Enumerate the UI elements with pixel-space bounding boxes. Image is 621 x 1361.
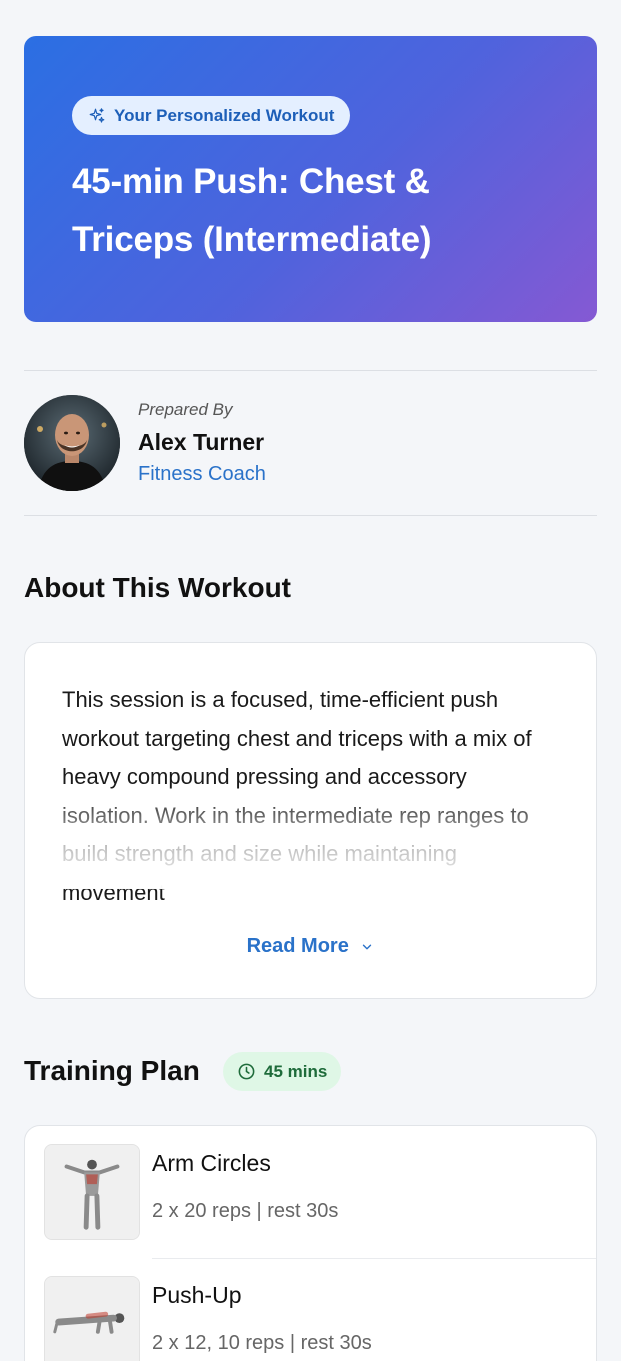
divider-top xyxy=(24,370,597,371)
chevron-down-icon xyxy=(363,944,372,950)
exercise-sets-reps: 2 x 20 reps | rest 30s xyxy=(152,1200,339,1222)
personalized-workout-badge-label: Your Personalized Workout xyxy=(114,105,335,125)
author-name: Alex Turner xyxy=(138,429,265,455)
exercise-thumbnail-arm-circles xyxy=(44,1144,140,1240)
prepared-by-label: Prepared By xyxy=(138,400,233,419)
training-plan-card: Arm Circles 2 x 20 reps | rest 30s Push-… xyxy=(24,1125,597,1361)
about-heading: About This Workout xyxy=(24,572,291,603)
training-plan-heading: Training Plan xyxy=(24,1055,200,1086)
clock-icon xyxy=(238,1063,255,1080)
duration-label: 45 mins xyxy=(264,1061,328,1081)
about-description: This session is a focused, time-efficien… xyxy=(62,687,532,905)
exercise-name: Arm Circles xyxy=(152,1150,271,1176)
author-role: Fitness Coach xyxy=(138,463,266,485)
workout-title: 45-min Push: Chest & Triceps (Intermedia… xyxy=(72,162,432,259)
read-more-button[interactable]: Read More xyxy=(25,935,596,958)
author-avatar xyxy=(24,395,120,491)
exercise-item[interactable]: Push-Up 2 x 12, 10 reps | rest 30s xyxy=(25,1258,596,1361)
duration-badge: 45 mins xyxy=(223,1052,342,1091)
exercise-item[interactable]: Arm Circles 2 x 20 reps | rest 30s xyxy=(25,1126,596,1258)
exercise-thumbnail-push-up xyxy=(44,1276,140,1361)
sparkle-icon xyxy=(89,107,105,123)
exercise-sets-reps: 2 x 12, 10 reps | rest 30s xyxy=(152,1332,372,1354)
workout-hero-banner: Your Personalized Workout 45-min Push: C… xyxy=(24,36,597,322)
author-section: Prepared By Alex Turner Fitness Coach xyxy=(24,395,597,491)
read-more-label: Read More xyxy=(246,935,349,957)
personalized-workout-badge: Your Personalized Workout xyxy=(72,96,351,135)
exercise-name: Push-Up xyxy=(152,1282,242,1308)
about-card: This session is a focused, time-efficien… xyxy=(24,642,597,999)
divider-bottom xyxy=(24,515,597,516)
